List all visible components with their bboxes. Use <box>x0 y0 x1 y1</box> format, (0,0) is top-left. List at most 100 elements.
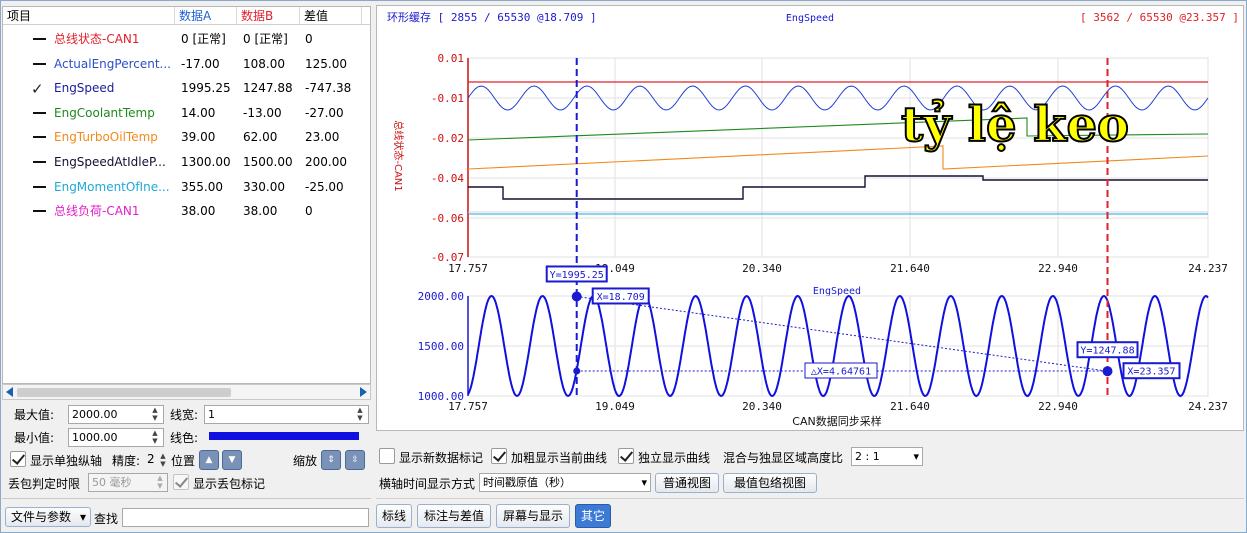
top-xtick-label: 24.237 <box>1188 262 1228 275</box>
top-xtick-label: 21.640 <box>890 262 930 275</box>
bottom-xtick-label: 17.757 <box>448 400 488 413</box>
ratio-dropdown-icon: ▾ <box>913 450 919 463</box>
independent-checkbox[interactable] <box>618 448 634 464</box>
cell-diff: 0 <box>305 32 313 46</box>
table-row[interactable]: EngSpeedAtIdleP... 1300.00 1500.00 200.00 <box>3 150 370 175</box>
left-panel: 项目 数据A 数据B 差值 总线状态-CAN1 0 [正常] 0 [正常] 0 Actu… <box>2 2 371 533</box>
plot-area[interactable]: 环形缓存 [ 2855 / 65530 @18.709 ] EngSpeed [… <box>376 5 1244 431</box>
cell-diff: 200.00 <box>305 155 347 169</box>
time-mode-dropdown-icon: ▾ <box>641 476 647 489</box>
single-axis-label: 显示单独纵轴 <box>30 454 103 468</box>
tab-screen-display[interactable]: 屏幕与显示 <box>496 504 570 528</box>
dropdown-arrow-icon: ▾ <box>79 510 86 524</box>
table-row[interactable]: 总线状态-CAN1 0 [正常] 0 [正常] 0 <box>3 27 370 52</box>
normal-view-button[interactable]: 普通视图 <box>655 473 719 493</box>
table-row[interactable]: 总线负荷-CAN1 38.00 38.00 0 <box>3 199 370 224</box>
independent-label: 独立显示曲线 <box>638 451 711 465</box>
search-label: 查找 <box>94 512 119 526</box>
zoom-in-icon[interactable]: ⇕ <box>321 450 341 470</box>
tab-other[interactable]: 其它 <box>575 504 611 528</box>
line-style-icon <box>33 185 46 188</box>
top-ytick-label: 0.01 <box>438 52 465 65</box>
show-new-marks-checkbox[interactable] <box>379 448 395 464</box>
search-input[interactable] <box>122 508 369 527</box>
bold-current-checkbox[interactable] <box>491 448 507 464</box>
scroll-left-icon[interactable] <box>6 387 13 397</box>
cell-diff: 23.00 <box>305 130 340 145</box>
line-color-swatch[interactable] <box>209 432 359 440</box>
cell-data-a: 1995.25 <box>181 81 231 96</box>
time-mode-select[interactable]: 时间戳原值（秒） ▾ <box>479 473 651 492</box>
min-spinner-icon[interactable]: ▲ ▼ <box>150 429 160 446</box>
time-mode-label: 横轴时间显示方式 <box>379 477 476 491</box>
col-header-data-a[interactable]: 数据A <box>175 7 237 25</box>
cell-data-a: 39.00 <box>181 130 216 145</box>
cursor-a-point[interactable] <box>571 291 582 302</box>
tab-annotations[interactable]: 标注与差值 <box>417 504 491 528</box>
cursor-b-x-label: X=23.357 <box>1127 367 1175 378</box>
position-down-icon[interactable]: ▼ <box>222 450 242 470</box>
position-label: 位置 <box>171 454 196 468</box>
cell-name: EngCoolantTemp <box>54 105 155 120</box>
time-mode-value: 时间戳原值（秒） <box>483 476 571 489</box>
top-chart[interactable]: 0.01-0.01-0.02-0.04-0.06-0.07总线状态-CAN117… <box>392 52 1228 275</box>
col-header-data-b[interactable]: 数据B <box>237 7 300 25</box>
precision-label: 精度: <box>112 454 141 468</box>
cell-data-a: 355.00 <box>181 179 223 194</box>
grid-header: 项目 数据A 数据B 差值 <box>3 7 370 25</box>
table-row[interactable]: EngMomentOfIne... 355.00 330.00 -25.00 <box>3 175 370 200</box>
zoom-out-icon[interactable]: ⇳ <box>345 450 365 470</box>
bottom-xtick-label: 19.049 <box>595 400 635 413</box>
top-ytick-label: -0.01 <box>431 92 464 105</box>
show-drop-checkbox[interactable] <box>173 474 189 490</box>
cell-name: EngMomentOfIne... <box>54 179 170 194</box>
col-header-diff[interactable]: 差值 <box>300 7 362 25</box>
top-ylabel: 总线状态-CAN1 <box>392 120 405 191</box>
plot-svg[interactable]: 环形缓存 [ 2855 / 65530 @18.709 ] EngSpeed [… <box>377 6 1243 430</box>
cell-data-b: 38.00 <box>243 204 278 219</box>
cell-data-b: 62.00 <box>243 130 278 145</box>
max-spinner-icon[interactable]: ▲ ▼ <box>150 406 160 423</box>
top-ytick-label: -0.04 <box>431 172 464 185</box>
file-params-label: 文件与参数 <box>11 510 72 524</box>
precision-value[interactable]: 2 <box>147 452 155 466</box>
precision-spinner-icon[interactable]: ▲ ▼ <box>158 452 168 469</box>
drop-spinner-icon[interactable]: ▲ ▼ <box>155 474 165 491</box>
file-params-dropdown[interactable]: 文件与参数 ▾ <box>5 507 91 527</box>
scroll-right-icon[interactable] <box>360 387 367 397</box>
single-axis-checkbox[interactable] <box>10 451 26 467</box>
table-row[interactable]: EngCoolantTemp 14.00 -13.00 -27.00 <box>3 101 370 126</box>
linewidth-label: 线宽: <box>170 408 199 422</box>
overlay-text: tỷ lệ keo <box>901 97 1129 153</box>
table-row[interactable]: ✓ EngSpeed 1995.25 1247.88 -747.38 <box>3 76 370 101</box>
top-xtick-label: 20.340 <box>742 262 782 275</box>
linewidth-input[interactable]: 1 <box>204 405 369 424</box>
horizontal-scrollbar[interactable] <box>2 384 371 400</box>
top-xtick-label: 22.940 <box>1038 262 1078 275</box>
x-axis-label: CAN数据同步采样 <box>792 414 881 428</box>
check-icon[interactable]: ✓ <box>31 80 44 98</box>
max-label: 最大值: <box>14 408 55 422</box>
cell-diff: 0 <box>305 204 313 219</box>
cursor-b-y-label: Y=1247.88 <box>1080 346 1134 357</box>
tab-marklines[interactable]: 标线 <box>376 504 412 528</box>
bottom-chart-title: EngSpeed <box>813 286 861 297</box>
table-row[interactable]: EngTurboOilTemp 39.00 62.00 23.00 <box>3 125 370 150</box>
cell-name: ActualEngPercent... <box>54 56 171 71</box>
cell-name: 总线负荷-CAN1 <box>54 204 140 219</box>
cell-name: EngSpeedAtIdleP... <box>54 155 166 169</box>
cell-name: EngTurboOilTemp <box>54 130 158 145</box>
cursor-b-point[interactable] <box>1102 366 1113 377</box>
line-style-icon <box>33 136 46 139</box>
envelope-view-button[interactable]: 最值包络视图 <box>723 473 817 493</box>
table-row[interactable]: ActualEngPercent... -17.00 108.00 125.00 <box>3 52 370 77</box>
ratio-select[interactable]: 2 : 1 ▾ <box>851 447 923 466</box>
app-window: 项目 数据A 数据B 差值 总线状态-CAN1 0 [正常] 0 [正常] 0 Actu… <box>0 0 1247 533</box>
scroll-thumb[interactable] <box>17 388 231 397</box>
top-plot-frame <box>467 57 1209 258</box>
show-drop-label: 显示丢包标记 <box>193 477 266 491</box>
linewidth-spinner-icon[interactable]: ▲ ▼ <box>355 406 365 423</box>
col-header-item[interactable]: 项目 <box>3 7 175 25</box>
position-up-icon[interactable]: ▲ <box>199 450 219 470</box>
line-style-icon <box>33 210 46 213</box>
